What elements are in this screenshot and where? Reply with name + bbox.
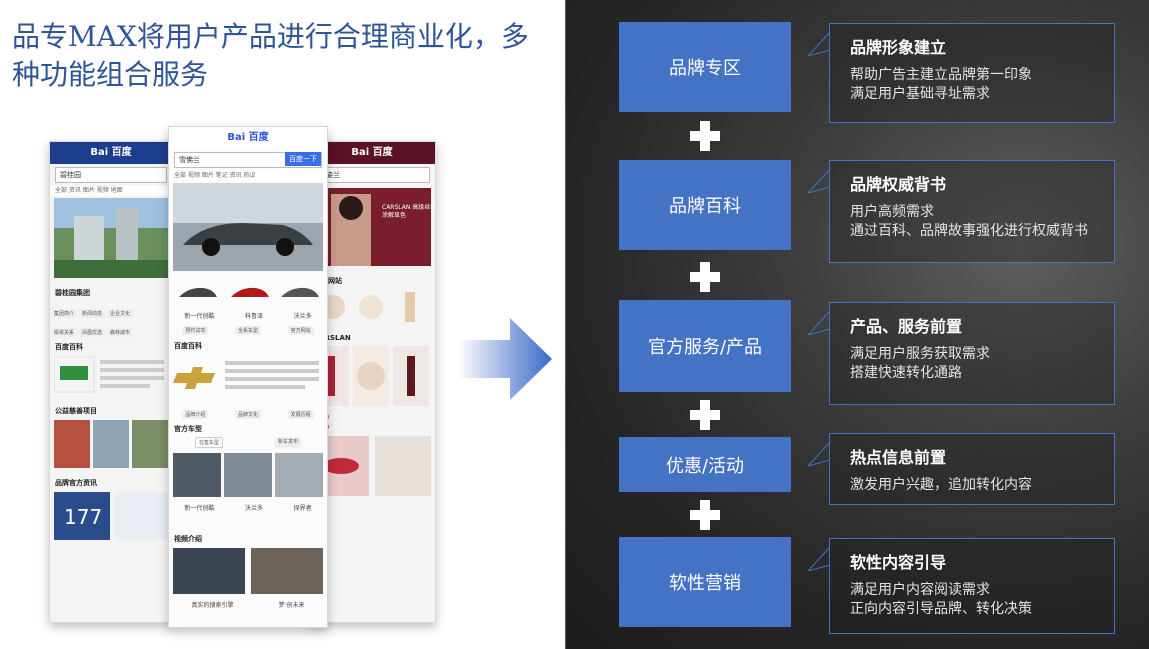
cosmetics-banner-image [313, 188, 431, 266]
box-brand-baike: 品牌百科 [619, 160, 791, 250]
callout-brand-image: 品牌形象建立 帮助广告主建立品牌第一印象 满足用户基础寻址需求 [808, 23, 1115, 123]
banner-text: CARSLAN 高级丝绒 涂解显色 [382, 204, 436, 219]
phone1-brand-title: 碧桂园集团 [55, 289, 90, 297]
car-name-1: 新一代创酷 [184, 313, 215, 320]
callout-line: 帮助广告主建立品牌第一印象 [850, 67, 1032, 83]
brand-culture-button: 品牌文化 [234, 410, 261, 419]
all-models-button: 全系车型 [234, 326, 261, 335]
panel-divider [565, 0, 566, 649]
history-button: 发展历程 [287, 410, 314, 419]
callout-line: 用户高频需求 [850, 204, 934, 220]
box-brand-zone: 品牌专区 [619, 22, 791, 112]
callout-line: 满足用户服务获取需求 [850, 346, 990, 362]
callout-title: 品牌权威背书 [850, 175, 947, 194]
callout-title: 热点信息前置 [850, 448, 947, 467]
callout-description: 满足用户内容阅读需求 正向内容引导品牌、转化决策 [850, 581, 1032, 619]
baike-logo-image [53, 355, 164, 393]
lips-images [313, 436, 431, 496]
phone2-baike-title: 百度百科 [174, 342, 202, 350]
phone-search-field: 卡姿兰 [314, 167, 430, 183]
box-soft-marketing: 软性营销 [619, 537, 791, 627]
brand-intro-button: 品牌介绍 [182, 410, 209, 419]
phone1-baike-title: 百度百科 [55, 343, 83, 351]
phone-mockup-brand-zone-2: Bai 百度 雪佛兰 百度一下 全部 视频 图片 笔记 资讯 热议 新一代创酷 … [168, 126, 328, 628]
video-caption-1: 真实的搜索引擎 [191, 602, 234, 609]
test-drive-button: 预约试驾 [182, 326, 209, 335]
callout-title: 软性内容引导 [850, 553, 947, 572]
phone-search-field: 雪佛兰 百度一下 [174, 152, 322, 168]
chevrolet-logo-image [173, 355, 323, 399]
callout-hot-info: 热点信息前置 激发用户兴趣，追加转化内容 [808, 433, 1115, 505]
search-query: 雪佛兰 [179, 156, 200, 164]
price-2: ¥139 [314, 424, 430, 432]
lipstick-images [313, 346, 429, 406]
baidu-logo: Bai 百度 [50, 142, 172, 164]
svg-text:177: 177 [64, 505, 102, 529]
charity-images [54, 420, 168, 468]
model-name-1: 新一代创酷 [184, 505, 215, 512]
phone1-news-title: 品牌官方资讯 [55, 479, 97, 487]
new-release-tab: 新车发布 [274, 437, 301, 448]
video-thumbs [173, 548, 323, 594]
phone2-models-title: 官方车型 [174, 425, 202, 433]
callout-pointer [808, 311, 830, 335]
box-official-service: 官方服务/产品 [619, 300, 791, 392]
callout-service-front: 产品、服务前置 满足用户服务获取需求 搭建快速转化通路 [808, 302, 1115, 405]
phone3-brand: CARSLAN [314, 334, 351, 342]
car-banner-image [173, 183, 323, 271]
product-row-image [321, 292, 415, 322]
callout-line: 通过百科、品牌故事强化进行权威背书 [850, 223, 1088, 239]
building-banner-image [54, 198, 168, 278]
phone-tabs: 全部 视频 图片 笔记 资讯 热议 [169, 171, 327, 181]
car-name-3: 沃兰多 [293, 313, 312, 320]
callout-pointer [808, 169, 830, 193]
model-name-2: 沃兰多 [244, 505, 263, 512]
callout-pointer [808, 442, 830, 466]
callout-line: 满足用户内容阅读需求 [850, 582, 990, 598]
plus-icon [690, 121, 720, 151]
right-arrow-icon [458, 318, 552, 400]
official-site-button: 官方网站 [287, 326, 314, 335]
price-1: ¥260 [314, 414, 430, 422]
model-name-3: 探界者 [293, 505, 312, 512]
callout-description: 激发用户兴趣，追加转化内容 [850, 476, 1032, 495]
phone-tabs: 全部 资讯 图片 视频 地图 [50, 186, 172, 196]
callout-line: 激发用户兴趣，追加转化内容 [850, 477, 1032, 493]
callout-pointer [808, 547, 830, 571]
phone2-video-title: 视频介绍 [174, 535, 202, 543]
callout-line: 搭建快速转化通路 [850, 365, 962, 381]
callout-description: 用户高频需求 通过百科、品牌故事强化进行权威背书 [850, 203, 1088, 241]
on-sale-tab: 在售车型 [194, 437, 223, 448]
callout-title: 品牌形象建立 [850, 38, 947, 57]
phone-mockup-brand-zone-1: Bai 百度 碧桂园 全部 资讯 图片 视频 地图 碧桂园集团 集团简介 新闻动态… [49, 141, 173, 623]
search-button: 百度一下 [285, 152, 321, 166]
plus-icon [690, 500, 720, 530]
callout-pointer [808, 32, 830, 56]
car-thumbs [179, 287, 319, 297]
plus-icon [690, 400, 720, 430]
model-images [173, 453, 323, 497]
callout-title: 产品、服务前置 [850, 317, 963, 336]
callout-line: 正向内容引导品牌、转化决策 [850, 601, 1032, 617]
phone-search-field: 碧桂园 [55, 167, 167, 183]
callout-line: 满足用户基础寻址需求 [850, 86, 990, 102]
callout-brand-authority: 品牌权威背书 用户高频需求 通过百科、品牌故事强化进行权威背书 [808, 160, 1115, 263]
callout-soft-content: 软性内容引导 满足用户内容阅读需求 正向内容引导品牌、转化决策 [808, 538, 1115, 634]
slide-headline: 品专MAX将用户产品进行合理商业化，多种功能组合服务 [12, 20, 529, 91]
baidu-logo: Bai 百度 [169, 127, 327, 149]
callout-description: 帮助广告主建立品牌第一印象 满足用户基础寻址需求 [850, 66, 1032, 104]
news-images: 177 [54, 492, 168, 540]
video-caption-2: 梦·创未来 [278, 602, 305, 609]
car-name-2: 科鲁泽 [244, 313, 263, 320]
phone3-site-title: 官方网站 [314, 277, 342, 285]
box-promotion: 优惠/活动 [619, 437, 791, 492]
phone1-charity-title: 公益慈善项目 [55, 407, 97, 415]
plus-icon [690, 262, 720, 292]
callout-description: 满足用户服务获取需求 搭建快速转化通路 [850, 345, 990, 383]
